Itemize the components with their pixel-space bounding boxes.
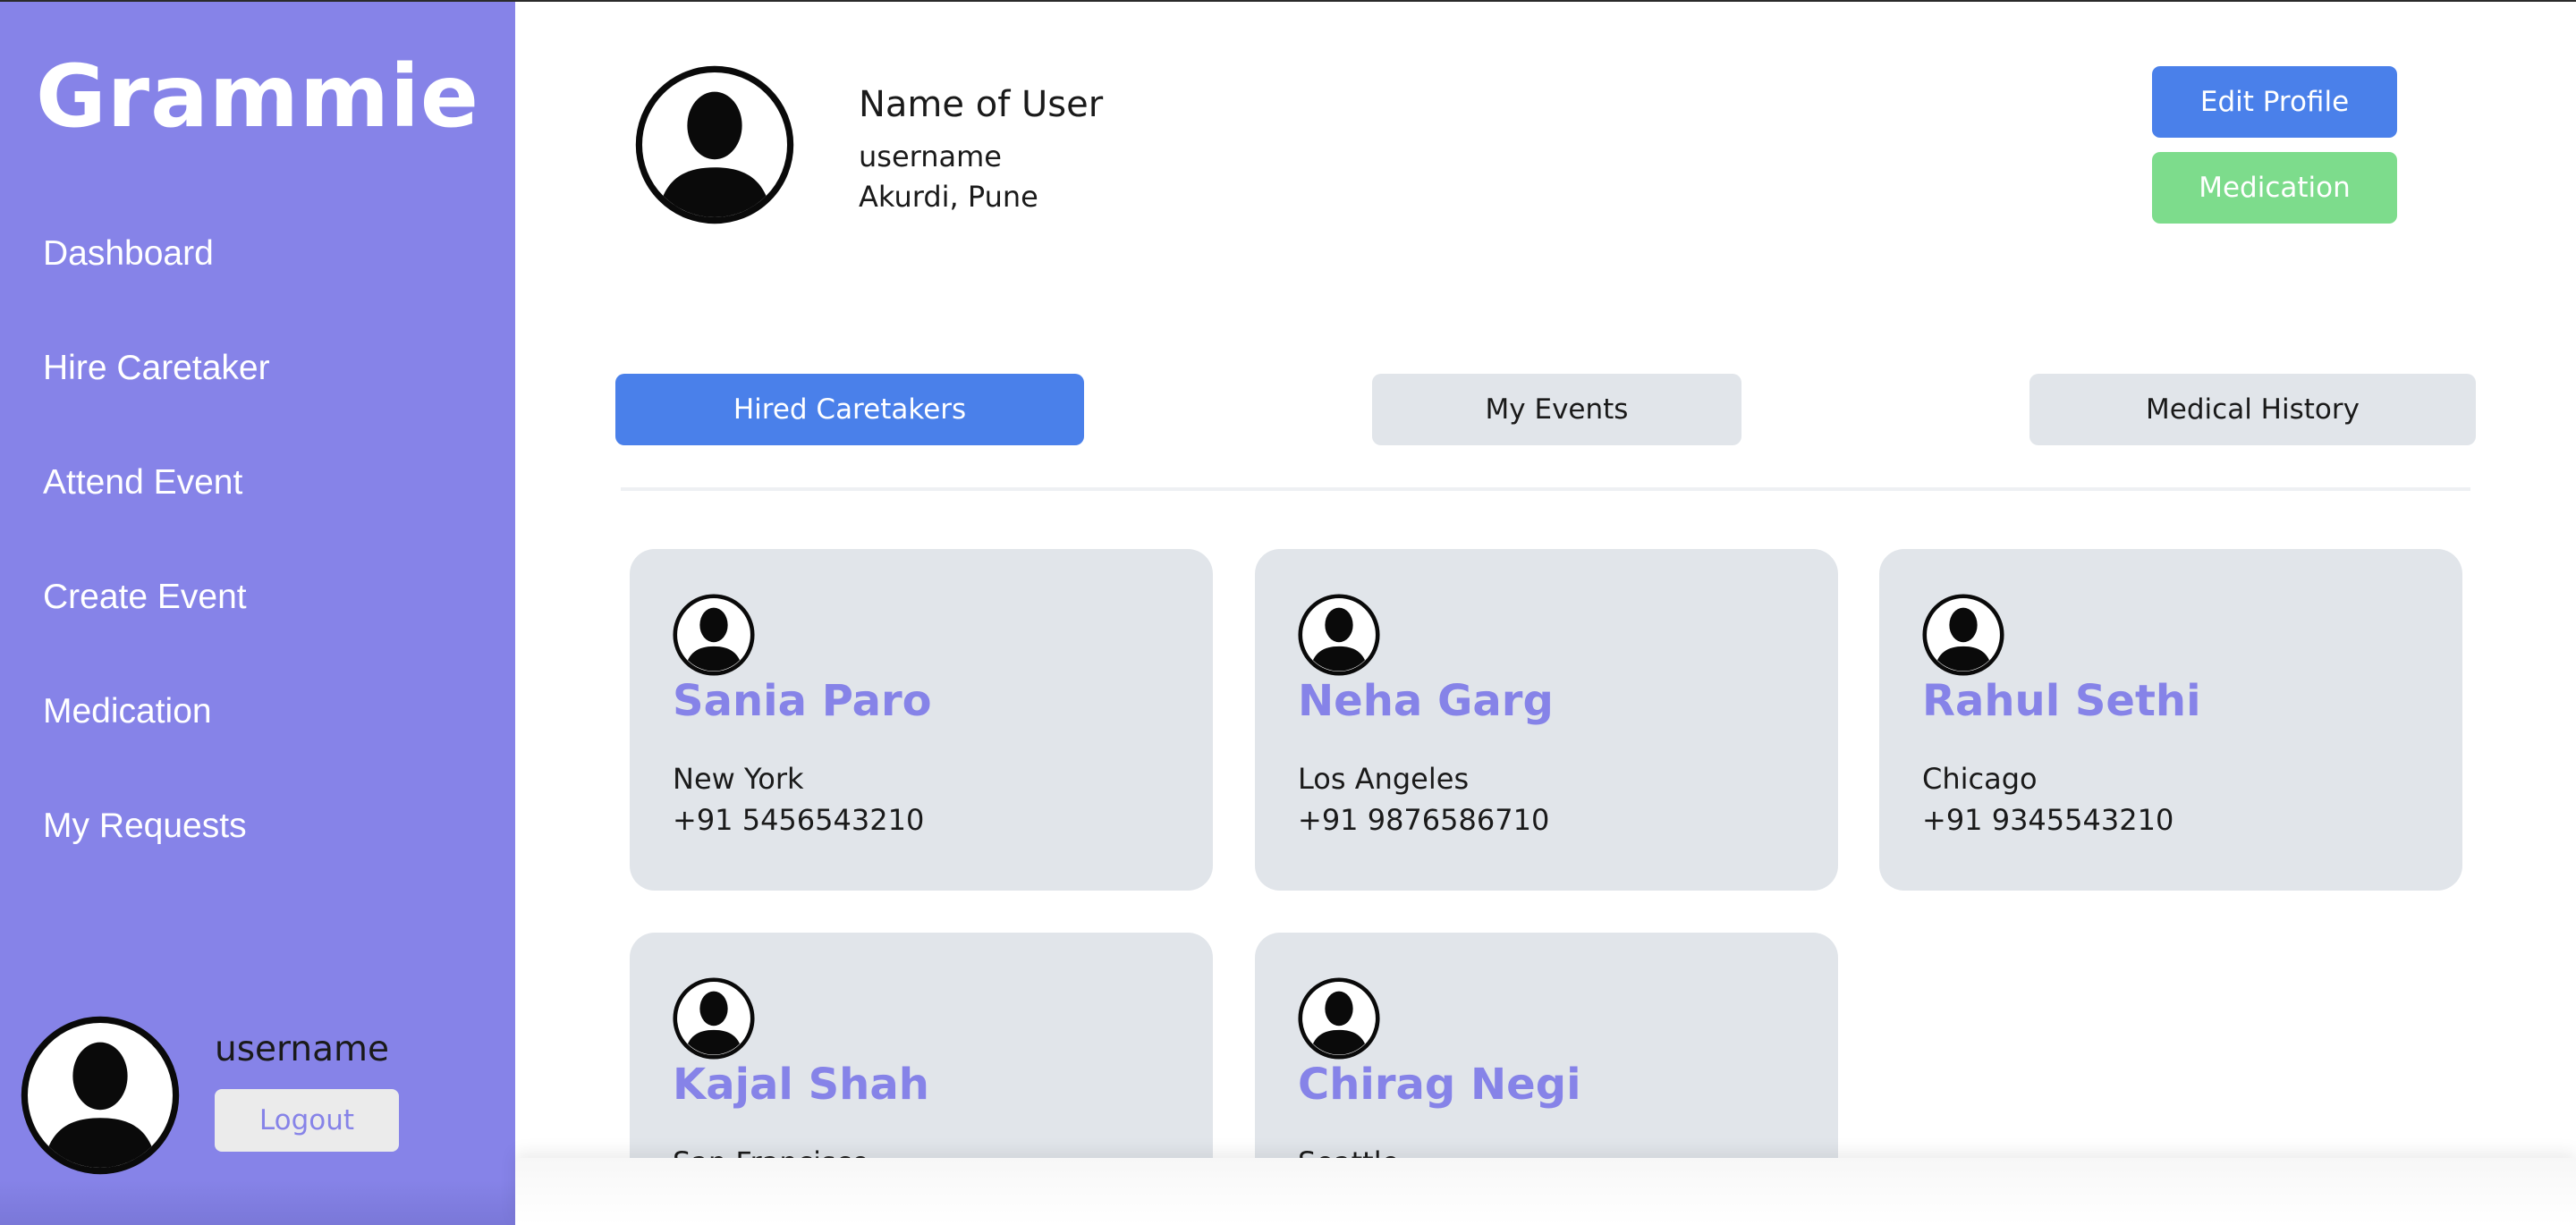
caretaker-avatar-icon — [673, 594, 755, 676]
sidebar-item-hire-caretaker[interactable]: Hire Caretaker — [43, 349, 270, 463]
profile-location: Akurdi, Pune — [859, 180, 1038, 214]
edit-profile-button[interactable]: Edit Profile — [2152, 66, 2397, 138]
caretaker-phone: +91 5456543210 — [673, 803, 925, 837]
caretaker-name: Chirag Negi — [1298, 1060, 1581, 1110]
sidebar-item-attend-event[interactable]: Attend Event — [43, 463, 270, 578]
caretaker-card[interactable]: Neha Garg Los Angeles +91 9876586710 — [1255, 549, 1838, 891]
caretaker-phone: +91 9345543210 — [1922, 803, 2174, 837]
caretaker-name: Neha Garg — [1298, 676, 1554, 726]
caretaker-city: New York — [673, 762, 804, 796]
caretaker-avatar-icon — [673, 977, 755, 1060]
user-avatar-icon — [20, 1015, 181, 1176]
caretaker-avatar-icon — [1298, 977, 1380, 1060]
sidebar-bottom-shade — [0, 1180, 515, 1225]
window-top-edge — [0, 0, 2576, 2]
sidebar-nav: Dashboard Hire Caretaker Attend Event Cr… — [43, 234, 270, 921]
profile-username: username — [859, 139, 1002, 173]
content-bottom-edge — [515, 1158, 2576, 1225]
sidebar-item-dashboard[interactable]: Dashboard — [43, 234, 270, 349]
caretaker-avatar-icon — [1298, 594, 1380, 676]
caretaker-name: Sania Paro — [673, 676, 932, 726]
profile-name: Name of User — [859, 84, 1104, 125]
caretaker-name: Kajal Shah — [673, 1060, 929, 1110]
tab-my-events[interactable]: My Events — [1372, 374, 1741, 445]
brand-logo[interactable]: Grammie — [0, 46, 515, 147]
caretaker-phone: +91 9876586710 — [1298, 803, 1550, 837]
caretaker-name: Rahul Sethi — [1922, 676, 2201, 726]
medication-button[interactable]: Medication — [2152, 152, 2397, 224]
sidebar: Grammie Dashboard Hire Caretaker Attend … — [0, 0, 515, 1225]
caretaker-avatar-icon — [1922, 594, 2004, 676]
tab-medical-history[interactable]: Medical History — [2029, 374, 2476, 445]
caretaker-card[interactable]: Sania Paro New York +91 5456543210 — [630, 549, 1213, 891]
sidebar-item-medication[interactable]: Medication — [43, 692, 270, 807]
sidebar-username: username — [215, 1029, 389, 1069]
profile-avatar-icon — [634, 64, 795, 225]
sidebar-user-panel: username Logout — [20, 1015, 503, 1176]
logout-button[interactable]: Logout — [215, 1089, 399, 1152]
tabs-divider — [621, 487, 2470, 491]
caretaker-city: Chicago — [1922, 762, 2038, 796]
caretaker-city: Los Angeles — [1298, 762, 1470, 796]
caretaker-card[interactable]: Rahul Sethi Chicago +91 9345543210 — [1879, 549, 2462, 891]
sidebar-item-create-event[interactable]: Create Event — [43, 578, 270, 692]
tab-hired-caretakers[interactable]: Hired Caretakers — [615, 374, 1084, 445]
sidebar-item-my-requests[interactable]: My Requests — [43, 807, 270, 921]
